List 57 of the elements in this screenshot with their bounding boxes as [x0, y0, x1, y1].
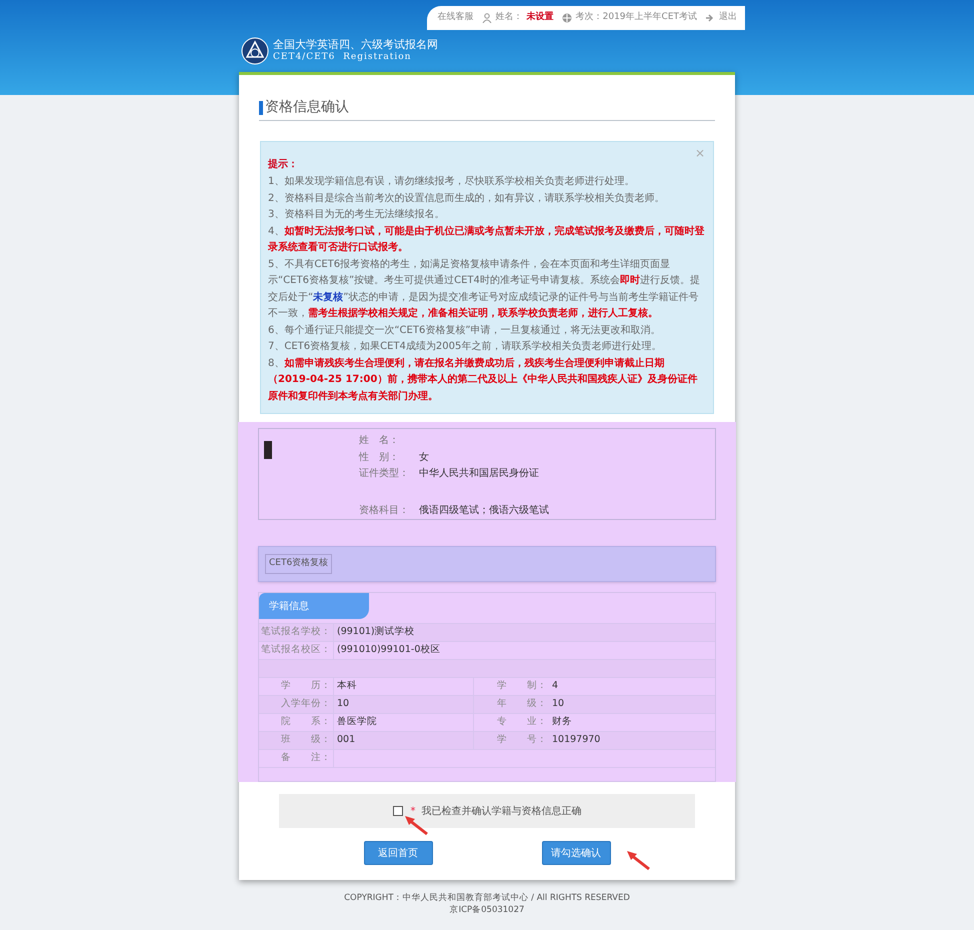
logout-link[interactable]: 退出: [719, 11, 737, 25]
notice-item: 4、如暂时无法报考口试，可能是由于机位已满或考点暂未开放，完成笔试报考及缴费后，可随时登录系统查看可否进行口试报考。: [268, 224, 706, 255]
field-value: (991010)99101-0校区: [336, 643, 440, 658]
field-value: 财务: [551, 715, 573, 730]
field-label: 资格科目：: [359, 504, 410, 518]
notice-item: 7、CET6资格复核，如果CET4成绩为2005年之前，请联系学校相关负责老师进行处理。: [268, 340, 662, 354]
field-value: 10: [551, 697, 566, 712]
field-value: 女: [419, 450, 430, 464]
field-value: 4: [551, 679, 560, 694]
name-value: 未设置: [526, 11, 554, 24]
site-title: 全国大学英语四、六级考试报名网: [273, 39, 438, 51]
field-value: 俄语四级笔试；俄语六级笔试: [419, 504, 549, 518]
field-value: 10197970: [551, 733, 602, 748]
pointer-arrow: [403, 814, 431, 838]
field-label: 入学年份：: [259, 696, 334, 713]
field-label: 笔试报名学校：: [259, 624, 334, 641]
field-label: 学 制：: [496, 679, 548, 694]
close-button[interactable]: ×: [694, 144, 705, 162]
field-value: (99101)测试学校: [336, 625, 415, 640]
field-value: 001: [334, 732, 474, 749]
icp-number: 京ICP备05031027: [450, 904, 524, 916]
notice-item: 5、不具有CET6报考资格的考生，如满足资格复核申请条件，会在本页面和考生详细页面显示“CET6资格复核”按键。考生可提供通过CET4时的准考证号申请复核。系统会即时进行反馈。提交后处于“未复核”状态的申请，是因为提交准考证号对应成绩记录的证件号与当前考生学籍证件号不一致，需考生根据学校相关规定，准备相关证明，联系学校负责老师，进行人工复核。: [268, 258, 701, 321]
site-subtitle: CET4/CET6 Registration: [273, 51, 412, 63]
field-label: 备 注：: [259, 750, 334, 767]
notice-item: 3、资格科目为无的考生无法继续报名。: [268, 208, 446, 222]
required-mark: *: [410, 804, 416, 818]
notice-item: 2、资格科目是综合当前考次的设置信息而生成的，如有异议，请联系学校相关负责老师。: [268, 192, 666, 206]
exam-session: 考次：2019年上半年CET考试: [576, 11, 697, 24]
notice-item: 1、如果发现学籍信息有误，请勿继续报考，尽快联系学校相关负责老师进行处理。: [268, 174, 636, 189]
checkbox[interactable]: [392, 806, 402, 816]
pointer-arrow: [625, 849, 653, 873]
service-link[interactable]: 在线客服: [438, 11, 474, 25]
notice-item: 8、如需申请残疾考生合理便利，请在报名并缴费成功后，残疾考生合理便利申请截止日期（2019-04-25 17:00）前，携带本人的第二代及以上《中华人民共和国残疾人证》及身份证件原件和复印件到本考点有关部门办理。: [268, 356, 698, 404]
notice-heading: 提示：: [268, 159, 298, 170]
logo-icon: [241, 37, 269, 65]
field-label: 学 号：: [496, 733, 548, 748]
page-title: 资格信息确认: [265, 98, 349, 117]
notice-item: 6、每个通行证只能提交一次“CET6资格复核”申请，一旦复核通过，将无法更改和取消。: [268, 324, 662, 338]
name-label: 姓名：: [496, 11, 523, 24]
photo-placeholder: [264, 441, 272, 459]
back-home-button[interactable]: 返回首页: [364, 841, 432, 865]
confirm-button[interactable]: 请勾选确认: [542, 841, 610, 865]
field-label: 专 业：: [496, 715, 548, 730]
field-label: 年 级：: [496, 697, 548, 712]
user-icon: [482, 13, 492, 23]
globe-icon: [562, 13, 572, 23]
field-value: 中华人民共和国居民身份证: [419, 466, 540, 481]
field-value: 10: [334, 696, 474, 713]
field-label: 班 级：: [259, 732, 334, 749]
exit-icon: [705, 13, 715, 23]
field-label: 性 别：: [359, 450, 400, 464]
confirm-label: 我已检查并确认学籍与资格信息正确: [422, 804, 582, 818]
title-marker: [259, 100, 263, 114]
field-label: 姓 名：: [359, 434, 400, 448]
field-label: 证件类型：: [359, 466, 410, 481]
review-button[interactable]: CET6资格复核: [265, 554, 332, 574]
copyright-text: COPYRIGHT：中华人民共和国教育部考试中心 / All RIGHTS RESERVED: [344, 892, 630, 904]
